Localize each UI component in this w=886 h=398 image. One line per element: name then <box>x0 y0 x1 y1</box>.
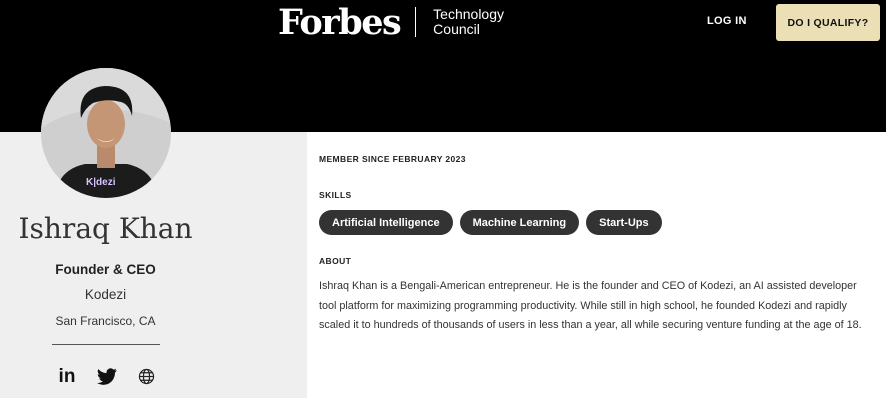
skills-heading: SKILLS <box>319 190 352 200</box>
council-wordmark: Technology Council <box>433 7 504 37</box>
globe-icon <box>138 368 154 384</box>
do-i-qualify-button[interactable]: DO I QUALIFY? <box>776 4 880 41</box>
skill-pill-machine-learning[interactable]: Machine Learning <box>459 210 580 235</box>
profile-name: Ishraq Khan <box>18 212 193 245</box>
profile-title: Founder & CEO <box>55 262 156 277</box>
profile-avatar: K|dezi <box>41 68 171 198</box>
council-wordmark-line2: Council <box>433 21 480 37</box>
profile-location: San Francisco, CA <box>55 314 156 328</box>
profile-photo: K|dezi <box>41 68 171 198</box>
sidebar-divider <box>52 344 160 345</box>
logo-divider <box>415 7 417 37</box>
shirt-logo-text: K|dezi <box>86 177 116 188</box>
website-link[interactable] <box>134 364 158 388</box>
profile-company: Kodezi <box>84 287 127 302</box>
linkedin-link[interactable]: in <box>55 364 79 388</box>
twitter-link[interactable] <box>95 364 119 388</box>
about-heading: ABOUT <box>319 256 352 266</box>
council-wordmark-line1: Technology <box>433 6 504 22</box>
skills-list: Artificial Intelligence Machine Learning… <box>319 210 662 235</box>
forbes-technology-council-logo[interactable]: Forbes Technology Council <box>278 2 504 42</box>
skill-pill-start-ups[interactable]: Start-Ups <box>586 210 662 235</box>
twitter-icon <box>97 367 117 385</box>
skill-pill-artificial-intelligence[interactable]: Artificial Intelligence <box>319 210 453 235</box>
forbes-wordmark: Forbes <box>278 1 402 43</box>
linkedin-icon: in <box>58 365 76 387</box>
login-link[interactable]: LOG IN <box>707 15 747 27</box>
member-since-label: MEMBER SINCE FEBRUARY 2023 <box>319 154 466 164</box>
about-text: Ishraq Khan is a Bengali-American entrep… <box>319 280 862 332</box>
